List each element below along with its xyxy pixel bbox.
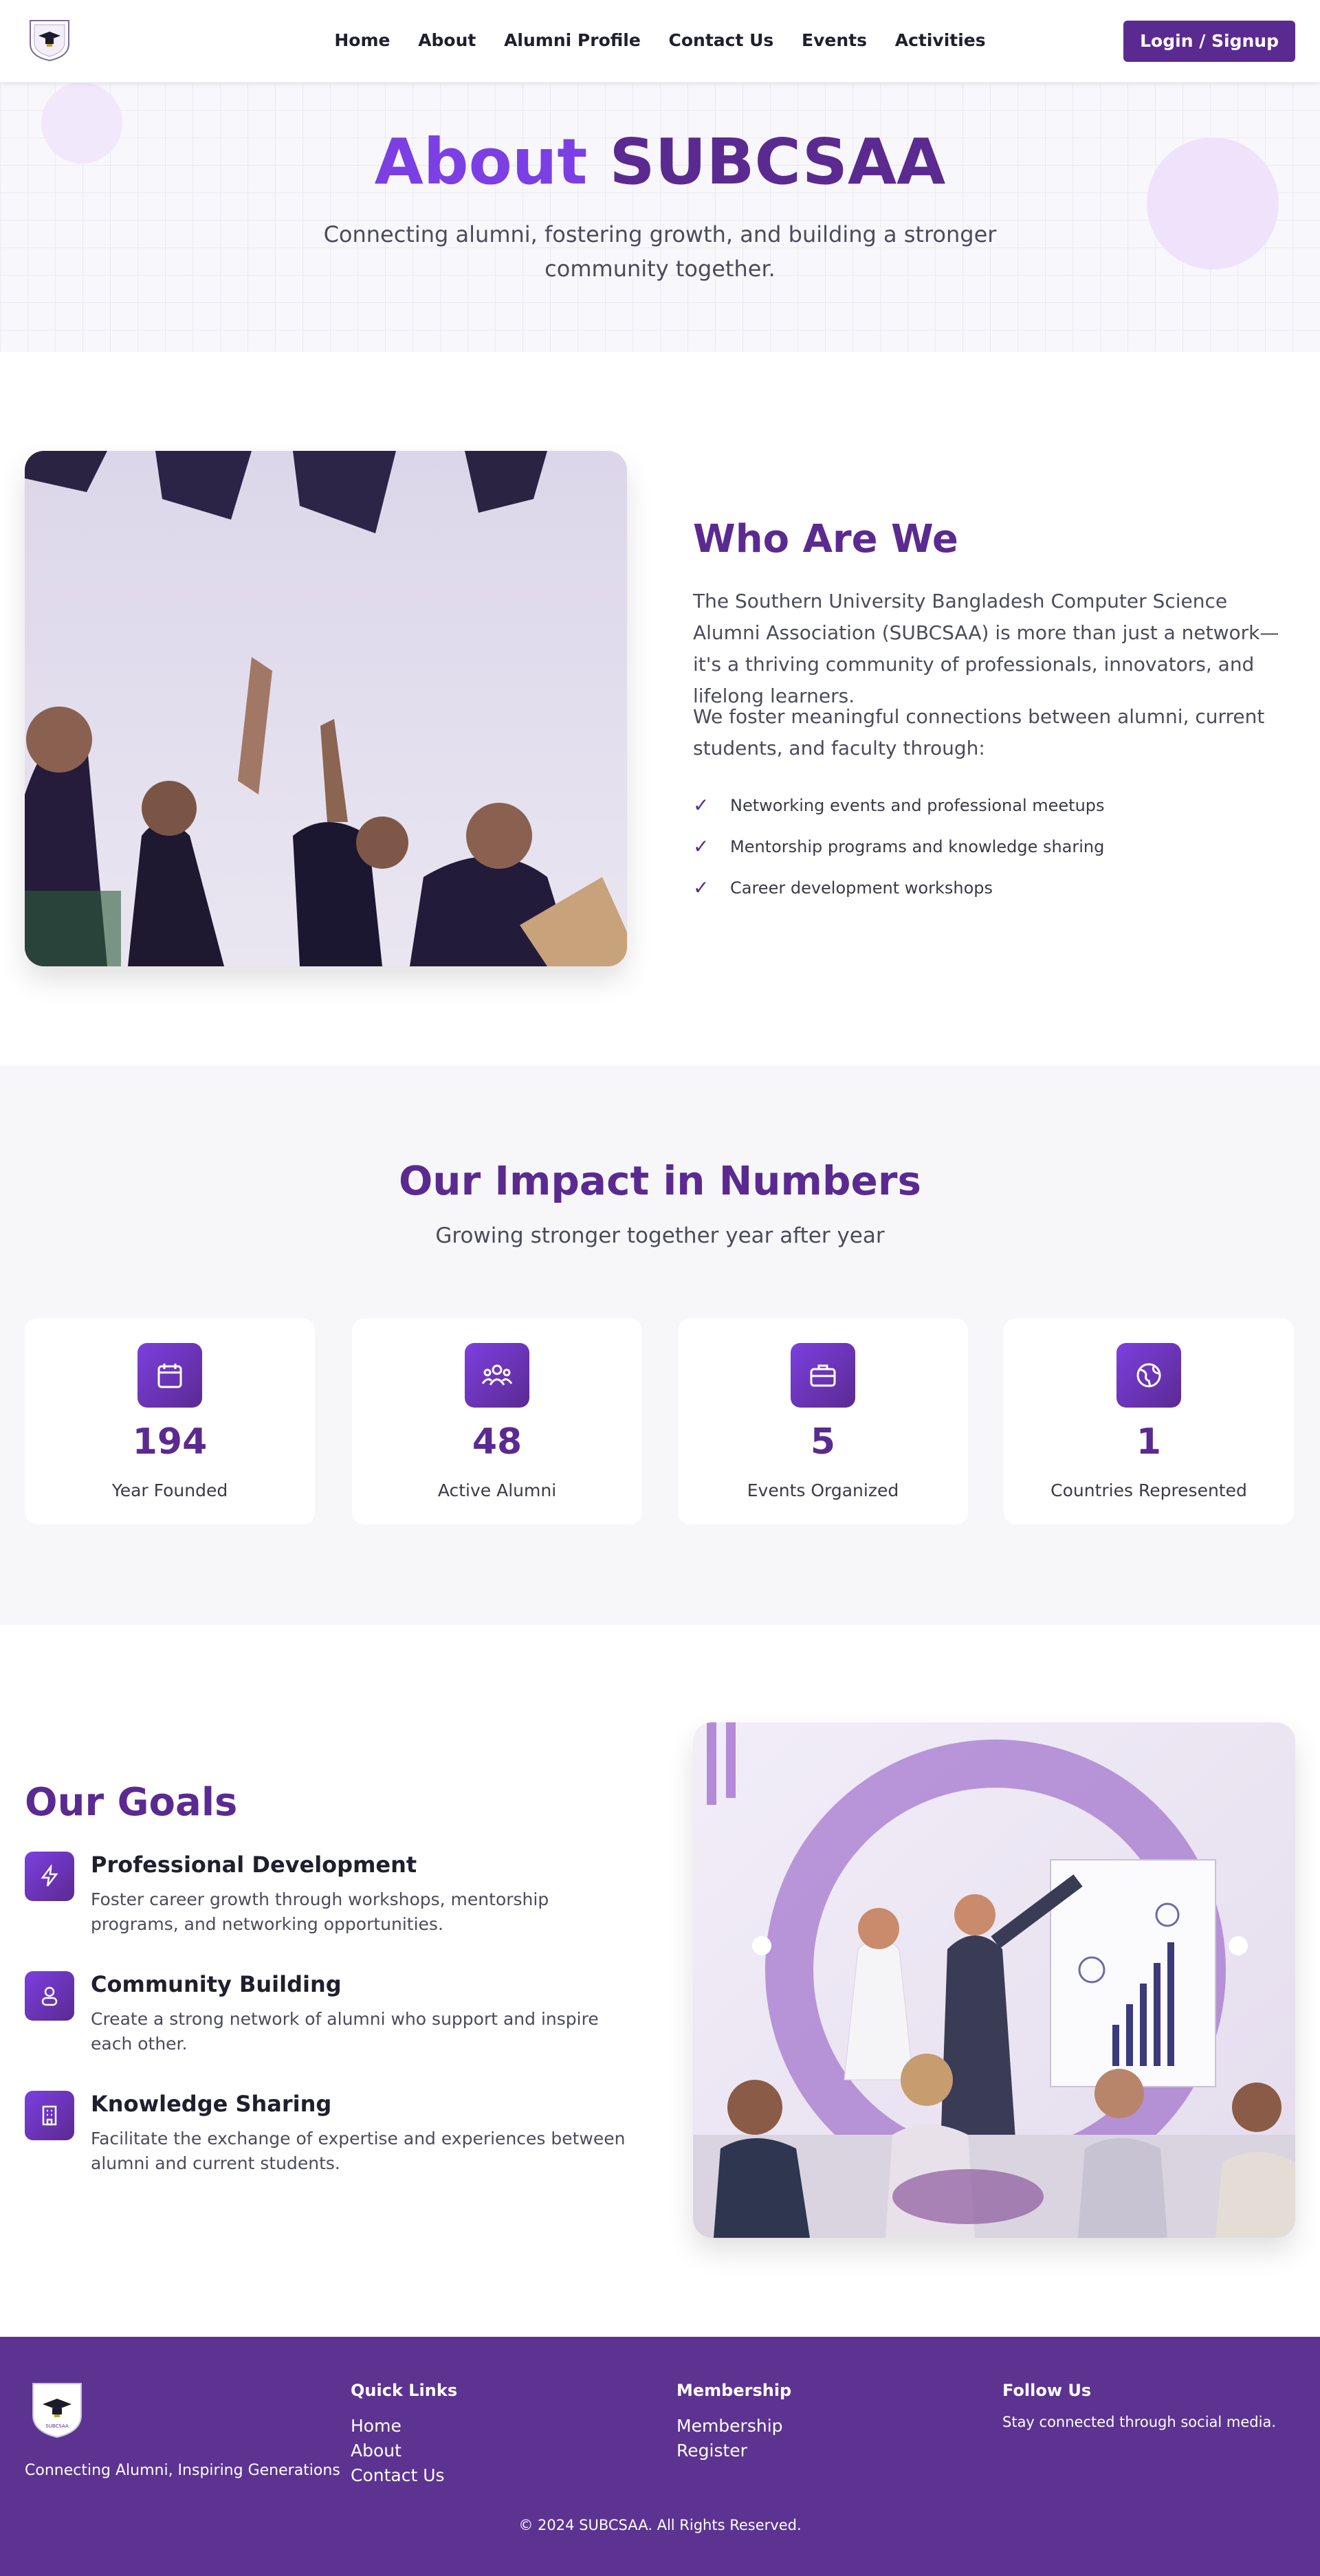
lightning-icon — [25, 1852, 74, 1901]
footer-link-contact[interactable]: Contact Us — [351, 2463, 457, 2488]
footer-follow-us: Follow Us Stay connected through social … — [1002, 2381, 1276, 2430]
nav-links: Home About Alumni Profile Contact Us Eve… — [0, 30, 1320, 50]
impact-heading: Our Impact in Numbers — [399, 1157, 921, 1204]
nav-events[interactable]: Events — [802, 30, 867, 50]
goal-description: Foster career growth through workshops, … — [91, 1889, 549, 1934]
list-item: ✓ Networking events and professional mee… — [693, 785, 1298, 826]
goal-description: Create a strong network of alumni who su… — [91, 2009, 599, 2054]
footer-quick-links: Quick Links Home About Contact Us — [351, 2381, 457, 2488]
people-icon — [25, 1971, 74, 2021]
list-item-label: Networking events and professional meetu… — [730, 796, 1105, 815]
list-item: ✓ Mentorship programs and knowledge shar… — [693, 826, 1298, 867]
stat-card: 5 Events Organized — [678, 1318, 968, 1524]
impact-section: Our Impact in Numbers Growing stronger t… — [0, 1065, 1320, 1625]
hero-section: About SUBCSAA Connecting alumni, fosteri… — [0, 82, 1320, 352]
nav-contact-us[interactable]: Contact Us — [669, 30, 774, 50]
page-title: About SUBCSAA — [374, 125, 946, 199]
login-signup-button[interactable]: Login / Signup — [1123, 21, 1295, 62]
stat-card: 1 Countries Represented — [1004, 1318, 1294, 1524]
check-icon: ✓ — [693, 794, 710, 817]
check-icon: ✓ — [693, 876, 710, 899]
nav-activities[interactable]: Activities — [895, 30, 986, 50]
goals-heading: Our Goals — [25, 1780, 238, 1823]
calendar-icon — [138, 1343, 202, 1408]
footer: SUBCSAA Connecting Alumni, Inspiring Gen… — [0, 2337, 1320, 2576]
footer-link-membership[interactable]: Membership — [676, 2414, 791, 2439]
footer-membership: Membership Membership Register — [676, 2381, 791, 2463]
footer-heading: Membership — [676, 2381, 792, 2400]
footer-tagline: Connecting Alumni, Inspiring Generations — [25, 2462, 340, 2479]
stat-value: 48 — [472, 1421, 522, 1463]
stat-card: 48 Active Alumni — [352, 1318, 642, 1524]
stat-label: Countries Represented — [1050, 1480, 1247, 1500]
footer-follow-text: Stay connected through social media. — [1002, 2414, 1276, 2430]
goal-title: Knowledge Sharing — [91, 2091, 332, 2117]
goal-title: Professional Development — [91, 1852, 417, 1878]
stat-value: 1 — [1136, 1421, 1162, 1463]
footer-heading: Quick Links — [351, 2381, 458, 2400]
goal-title: Community Building — [91, 1971, 342, 1997]
navbar: Home About Alumni Profile Contact Us Eve… — [0, 0, 1320, 82]
building-icon — [25, 2091, 74, 2140]
stat-label: Active Alumni — [437, 1480, 557, 1500]
hero-subtitle: Connecting alumni, fostering growth, and… — [323, 221, 997, 282]
users-icon — [465, 1343, 529, 1408]
footer-link-about[interactable]: About — [351, 2439, 457, 2463]
footer-link-register[interactable]: Register — [676, 2439, 791, 2463]
nav-home[interactable]: Home — [334, 30, 390, 50]
check-icon: ✓ — [693, 835, 710, 858]
stat-value: 5 — [810, 1421, 836, 1463]
graduation-photo — [25, 451, 627, 966]
stat-card: 194 Year Founded — [25, 1318, 315, 1524]
goal-description: Facilitate the exchange of expertise and… — [91, 2129, 626, 2173]
globe-icon — [1116, 1343, 1181, 1408]
stat-value: 194 — [132, 1421, 208, 1463]
copyright: © 2024 SUBCSAA. All Rights Reserved. — [518, 2517, 802, 2533]
stat-label: Events Organized — [747, 1480, 899, 1500]
nav-alumni-profile[interactable]: Alumni Profile — [504, 30, 641, 50]
list-item: ✓ Career development workshops — [693, 867, 1298, 909]
who-are-we-heading: Who Are We — [693, 517, 958, 562]
who-feature-list: ✓ Networking events and professional mee… — [693, 785, 1298, 909]
footer-link-home[interactable]: Home — [351, 2414, 457, 2439]
list-item-label: Career development workshops — [730, 878, 993, 898]
stat-label: Year Founded — [111, 1480, 228, 1500]
footer-logo-icon[interactable]: SUBCSAA — [30, 2381, 84, 2439]
svg-text:SUBCSAA: SUBCSAA — [45, 2423, 69, 2429]
nav-about[interactable]: About — [418, 30, 476, 50]
who-paragraph-1: The Southern University Bangladesh Compu… — [693, 590, 1279, 707]
impact-subtitle: Growing stronger together year after yea… — [435, 1223, 885, 1248]
list-item-label: Mentorship programs and knowledge sharin… — [730, 837, 1105, 856]
team-meeting-photo — [693, 1722, 1295, 2238]
briefcase-icon — [791, 1343, 855, 1408]
who-paragraph-2: We foster meaningful connections between… — [693, 705, 1265, 759]
footer-heading: Follow Us — [1002, 2381, 1092, 2400]
